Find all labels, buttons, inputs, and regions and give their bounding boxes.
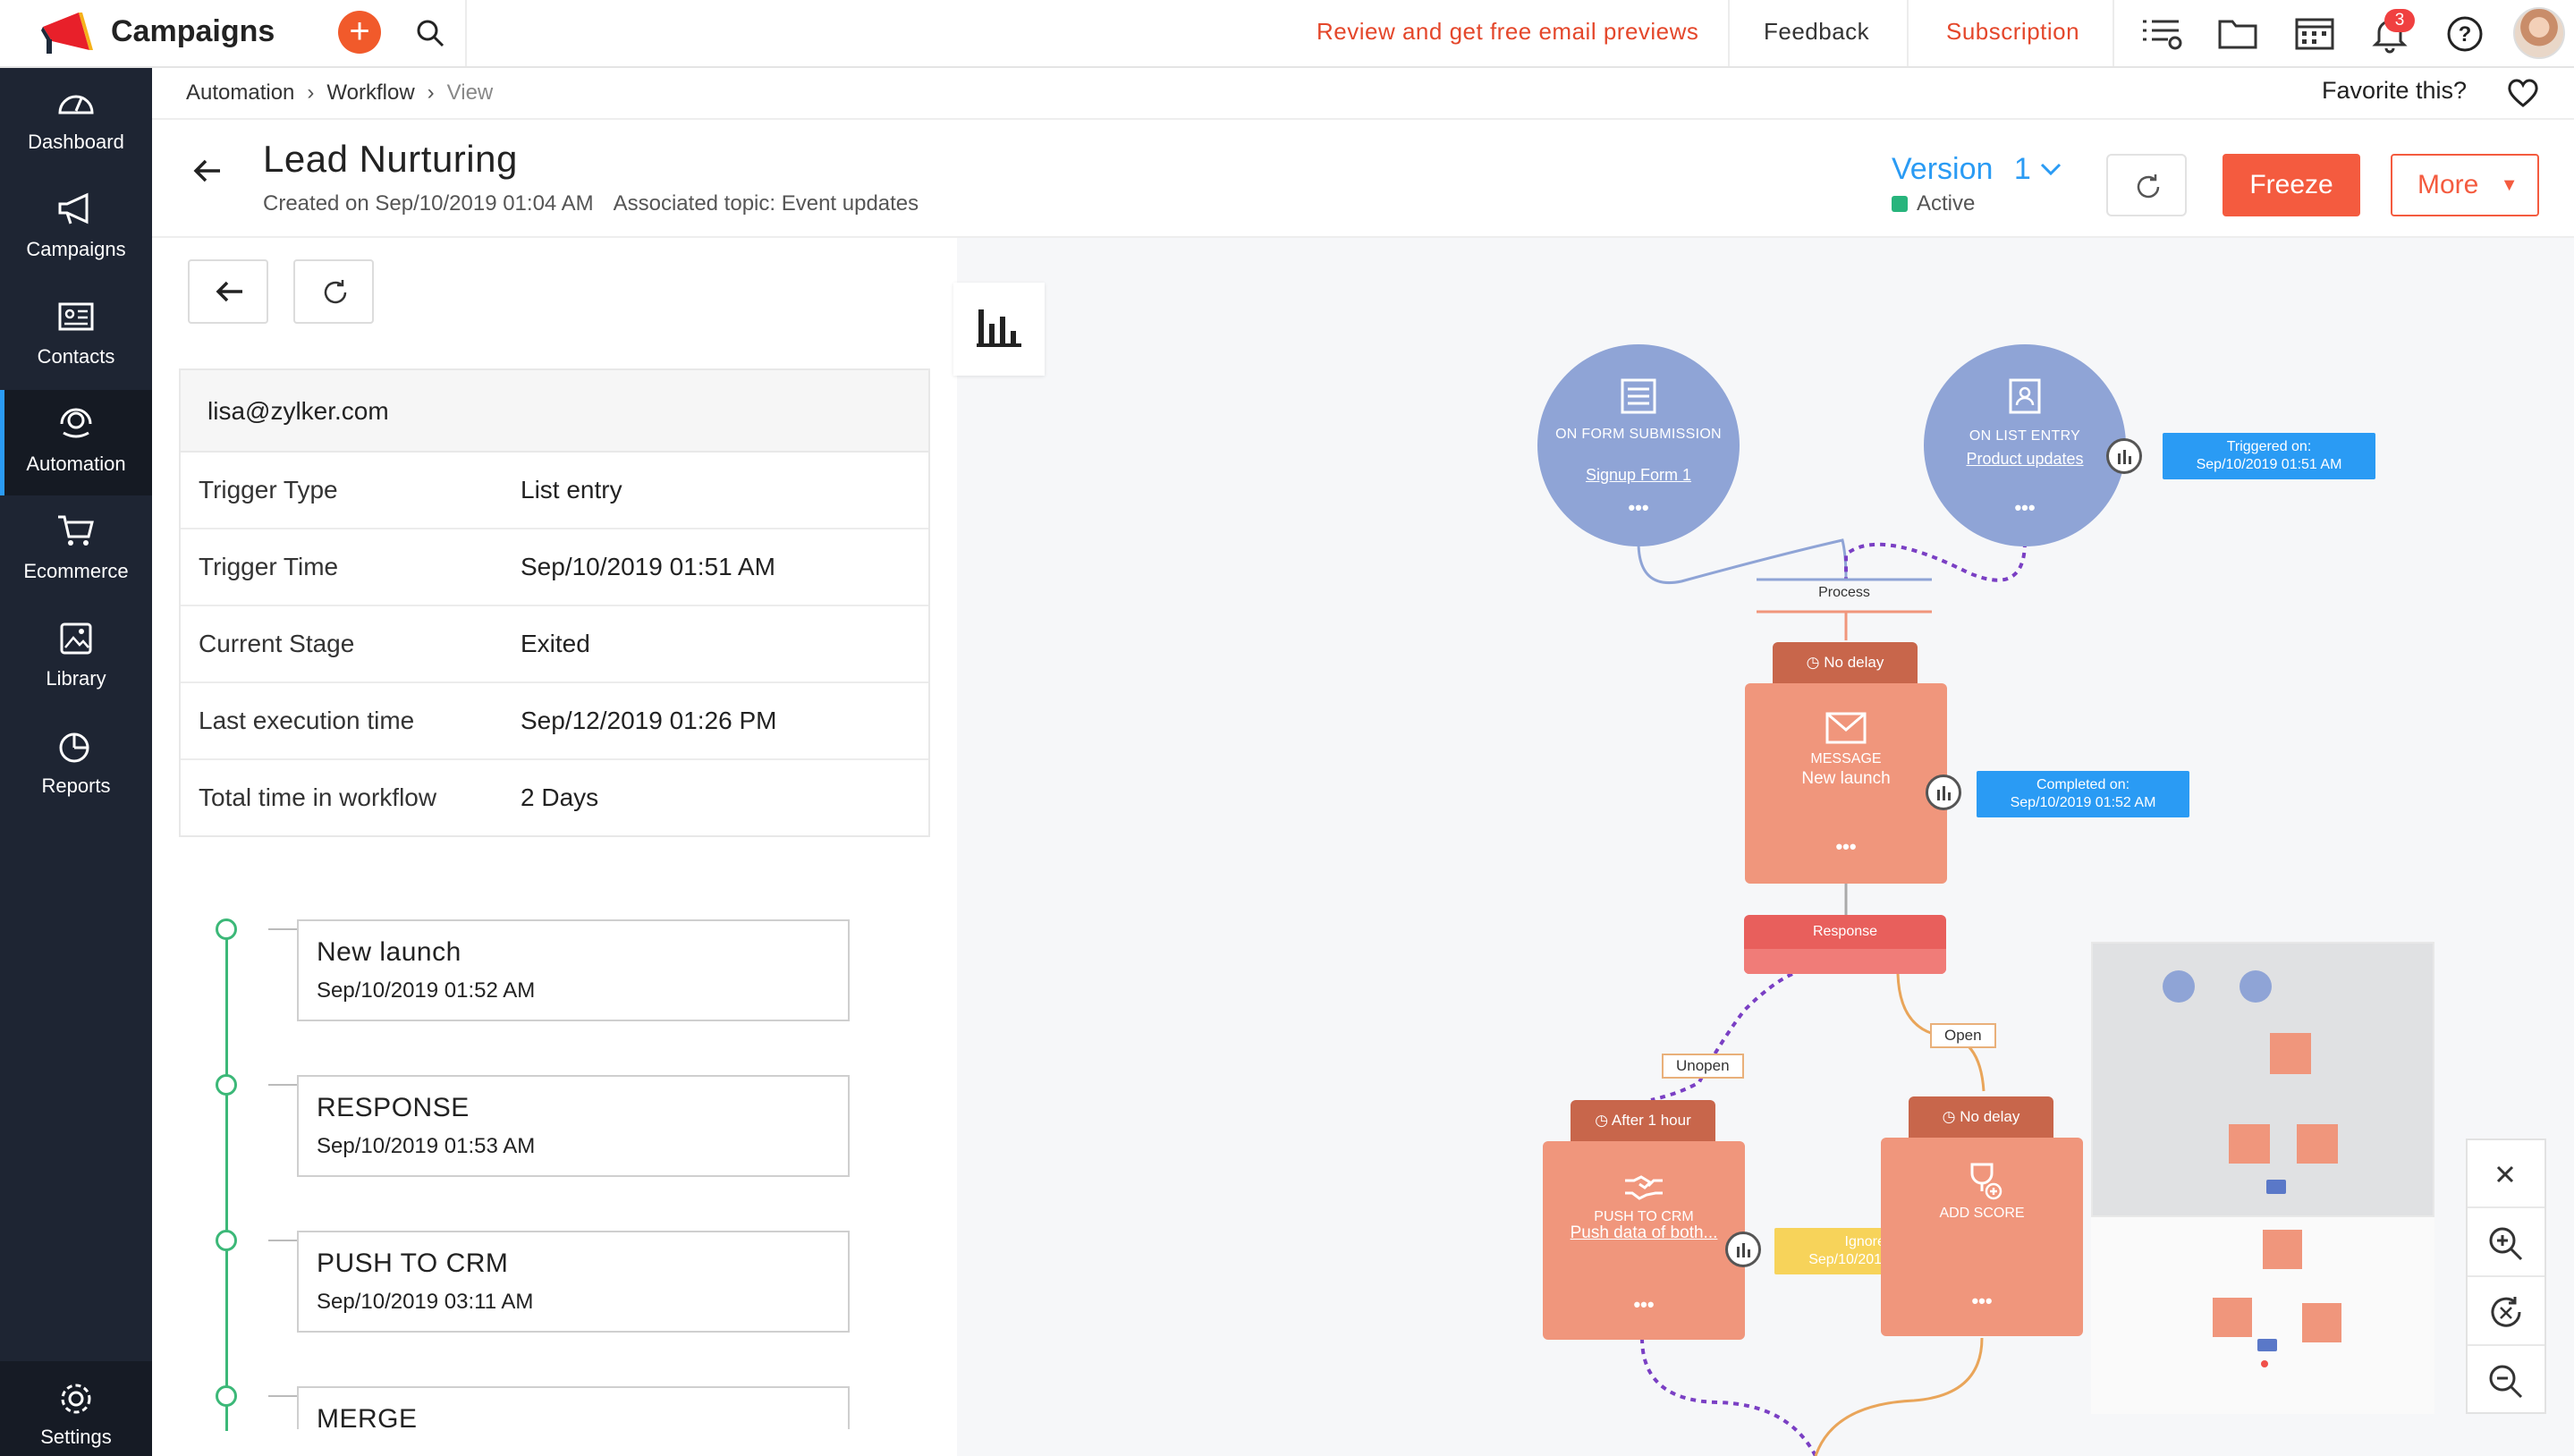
tooltip-label: Completed on: bbox=[2036, 777, 2130, 792]
minimap-node bbox=[2263, 1230, 2302, 1269]
message-delay-tab[interactable]: ◷ No delay bbox=[1773, 642, 1918, 683]
form-submission-trigger-node[interactable]: ON FORM SUBMISSION Signup Form 1 ••• bbox=[1537, 344, 1740, 546]
more-options-icon[interactable]: ••• bbox=[1745, 835, 1947, 859]
zoom-reset-button[interactable] bbox=[2468, 1278, 2544, 1346]
minimap-trigger bbox=[2240, 970, 2272, 1003]
node-type: MESSAGE bbox=[1810, 751, 1882, 766]
minimap-node bbox=[2297, 1124, 2338, 1164]
zoom-out-icon bbox=[2489, 1365, 2523, 1399]
minimap-node bbox=[2229, 1124, 2270, 1164]
minimap-overflow bbox=[2091, 1217, 2434, 1414]
process-label: Process bbox=[1818, 585, 1870, 600]
close-minimap-button[interactable] bbox=[2468, 1140, 2544, 1208]
zoom-in-button[interactable] bbox=[2468, 1209, 2544, 1277]
zoom-out-button[interactable] bbox=[2468, 1347, 2544, 1415]
close-icon bbox=[2496, 1165, 2514, 1183]
more-options-icon[interactable]: ••• bbox=[1537, 496, 1740, 520]
more-options-icon[interactable]: ••• bbox=[1924, 496, 2126, 520]
envelope-icon bbox=[1825, 712, 1867, 744]
unopen-path bbox=[1650, 972, 1793, 1102]
delay-label: No delay bbox=[1824, 654, 1884, 671]
trophy-icon bbox=[1970, 1163, 2002, 1200]
stats-icon[interactable] bbox=[1926, 775, 1961, 810]
completed-on-tooltip: Completed on: Sep/10/2019 01:52 AM bbox=[1977, 771, 2189, 817]
unopen-branch-label: Unopen bbox=[1662, 1054, 1744, 1079]
form-icon bbox=[1621, 378, 1656, 414]
trigger-link[interactable]: Product updates bbox=[1933, 450, 2117, 469]
tooltip-label: Triggered on: bbox=[2226, 439, 2312, 454]
handshake-icon bbox=[1625, 1175, 1663, 1200]
minimap-marker bbox=[2257, 1339, 2277, 1351]
push-to-crm-node[interactable]: PUSH TO CRM Push data of both... ••• bbox=[1543, 1141, 1745, 1340]
stats-icon[interactable] bbox=[2106, 438, 2142, 474]
contact-card-icon bbox=[2009, 378, 2041, 414]
triggered-on-tooltip: Triggered on: Sep/10/2019 01:51 AM bbox=[2163, 433, 2375, 479]
list-entry-trigger-node[interactable]: ON LIST ENTRY Product updates ••• bbox=[1924, 344, 2126, 546]
tooltip-date: Sep/10/2019 01:51 AM bbox=[2196, 457, 2342, 472]
response-node[interactable]: Response bbox=[1744, 915, 1946, 974]
clock-icon: ◷ bbox=[1595, 1112, 1609, 1129]
list-trigger-path bbox=[1844, 541, 2027, 582]
trigger-link[interactable]: Signup Form 1 bbox=[1546, 466, 1731, 485]
message-node[interactable]: MESSAGE New launch ••• bbox=[1745, 683, 1947, 884]
minimap-marker bbox=[2266, 1180, 2286, 1194]
score-delay-tab[interactable]: ◷ No delay bbox=[1909, 1096, 2053, 1138]
trigger-type: ON LIST ENTRY bbox=[1969, 428, 2081, 444]
zoom-in-icon bbox=[2489, 1227, 2523, 1261]
form-trigger-path bbox=[1637, 538, 1848, 584]
crm-out-path bbox=[1640, 1337, 1817, 1456]
more-options-icon[interactable]: ••• bbox=[1881, 1290, 2083, 1313]
clock-icon: ◷ bbox=[1806, 654, 1820, 671]
node-name[interactable]: Push data of both... bbox=[1550, 1223, 1738, 1243]
delay-label: No delay bbox=[1960, 1108, 2020, 1125]
zoom-reset-icon bbox=[2491, 1297, 2521, 1327]
node-name: New launch bbox=[1801, 769, 1891, 788]
score-out-path bbox=[1814, 1337, 1984, 1456]
minimap-trigger bbox=[2163, 970, 2195, 1003]
delay-label: After 1 hour bbox=[1611, 1112, 1691, 1129]
tooltip-date: Sep/10/2019 01:52 AM bbox=[2010, 795, 2156, 810]
add-score-node[interactable]: ADD SCORE ••• bbox=[1881, 1138, 2083, 1336]
workflow-minimap[interactable] bbox=[2091, 942, 2434, 1217]
zoom-controls bbox=[2466, 1139, 2546, 1414]
open-branch-label: Open bbox=[1930, 1023, 1996, 1048]
stats-icon[interactable] bbox=[1725, 1232, 1761, 1267]
node-type: ADD SCORE bbox=[1939, 1206, 2025, 1221]
minimap-node bbox=[2302, 1303, 2341, 1342]
trigger-type: ON FORM SUBMISSION bbox=[1555, 427, 1722, 442]
response-label: Response bbox=[1812, 924, 1878, 939]
crm-delay-tab[interactable]: ◷ After 1 hour bbox=[1571, 1100, 1715, 1141]
minimap-marker bbox=[2261, 1360, 2268, 1367]
clock-icon: ◷ bbox=[1942, 1108, 1956, 1125]
minimap-node bbox=[2270, 1033, 2311, 1074]
more-options-icon[interactable]: ••• bbox=[1543, 1293, 1745, 1316]
minimap-node bbox=[2213, 1298, 2252, 1337]
